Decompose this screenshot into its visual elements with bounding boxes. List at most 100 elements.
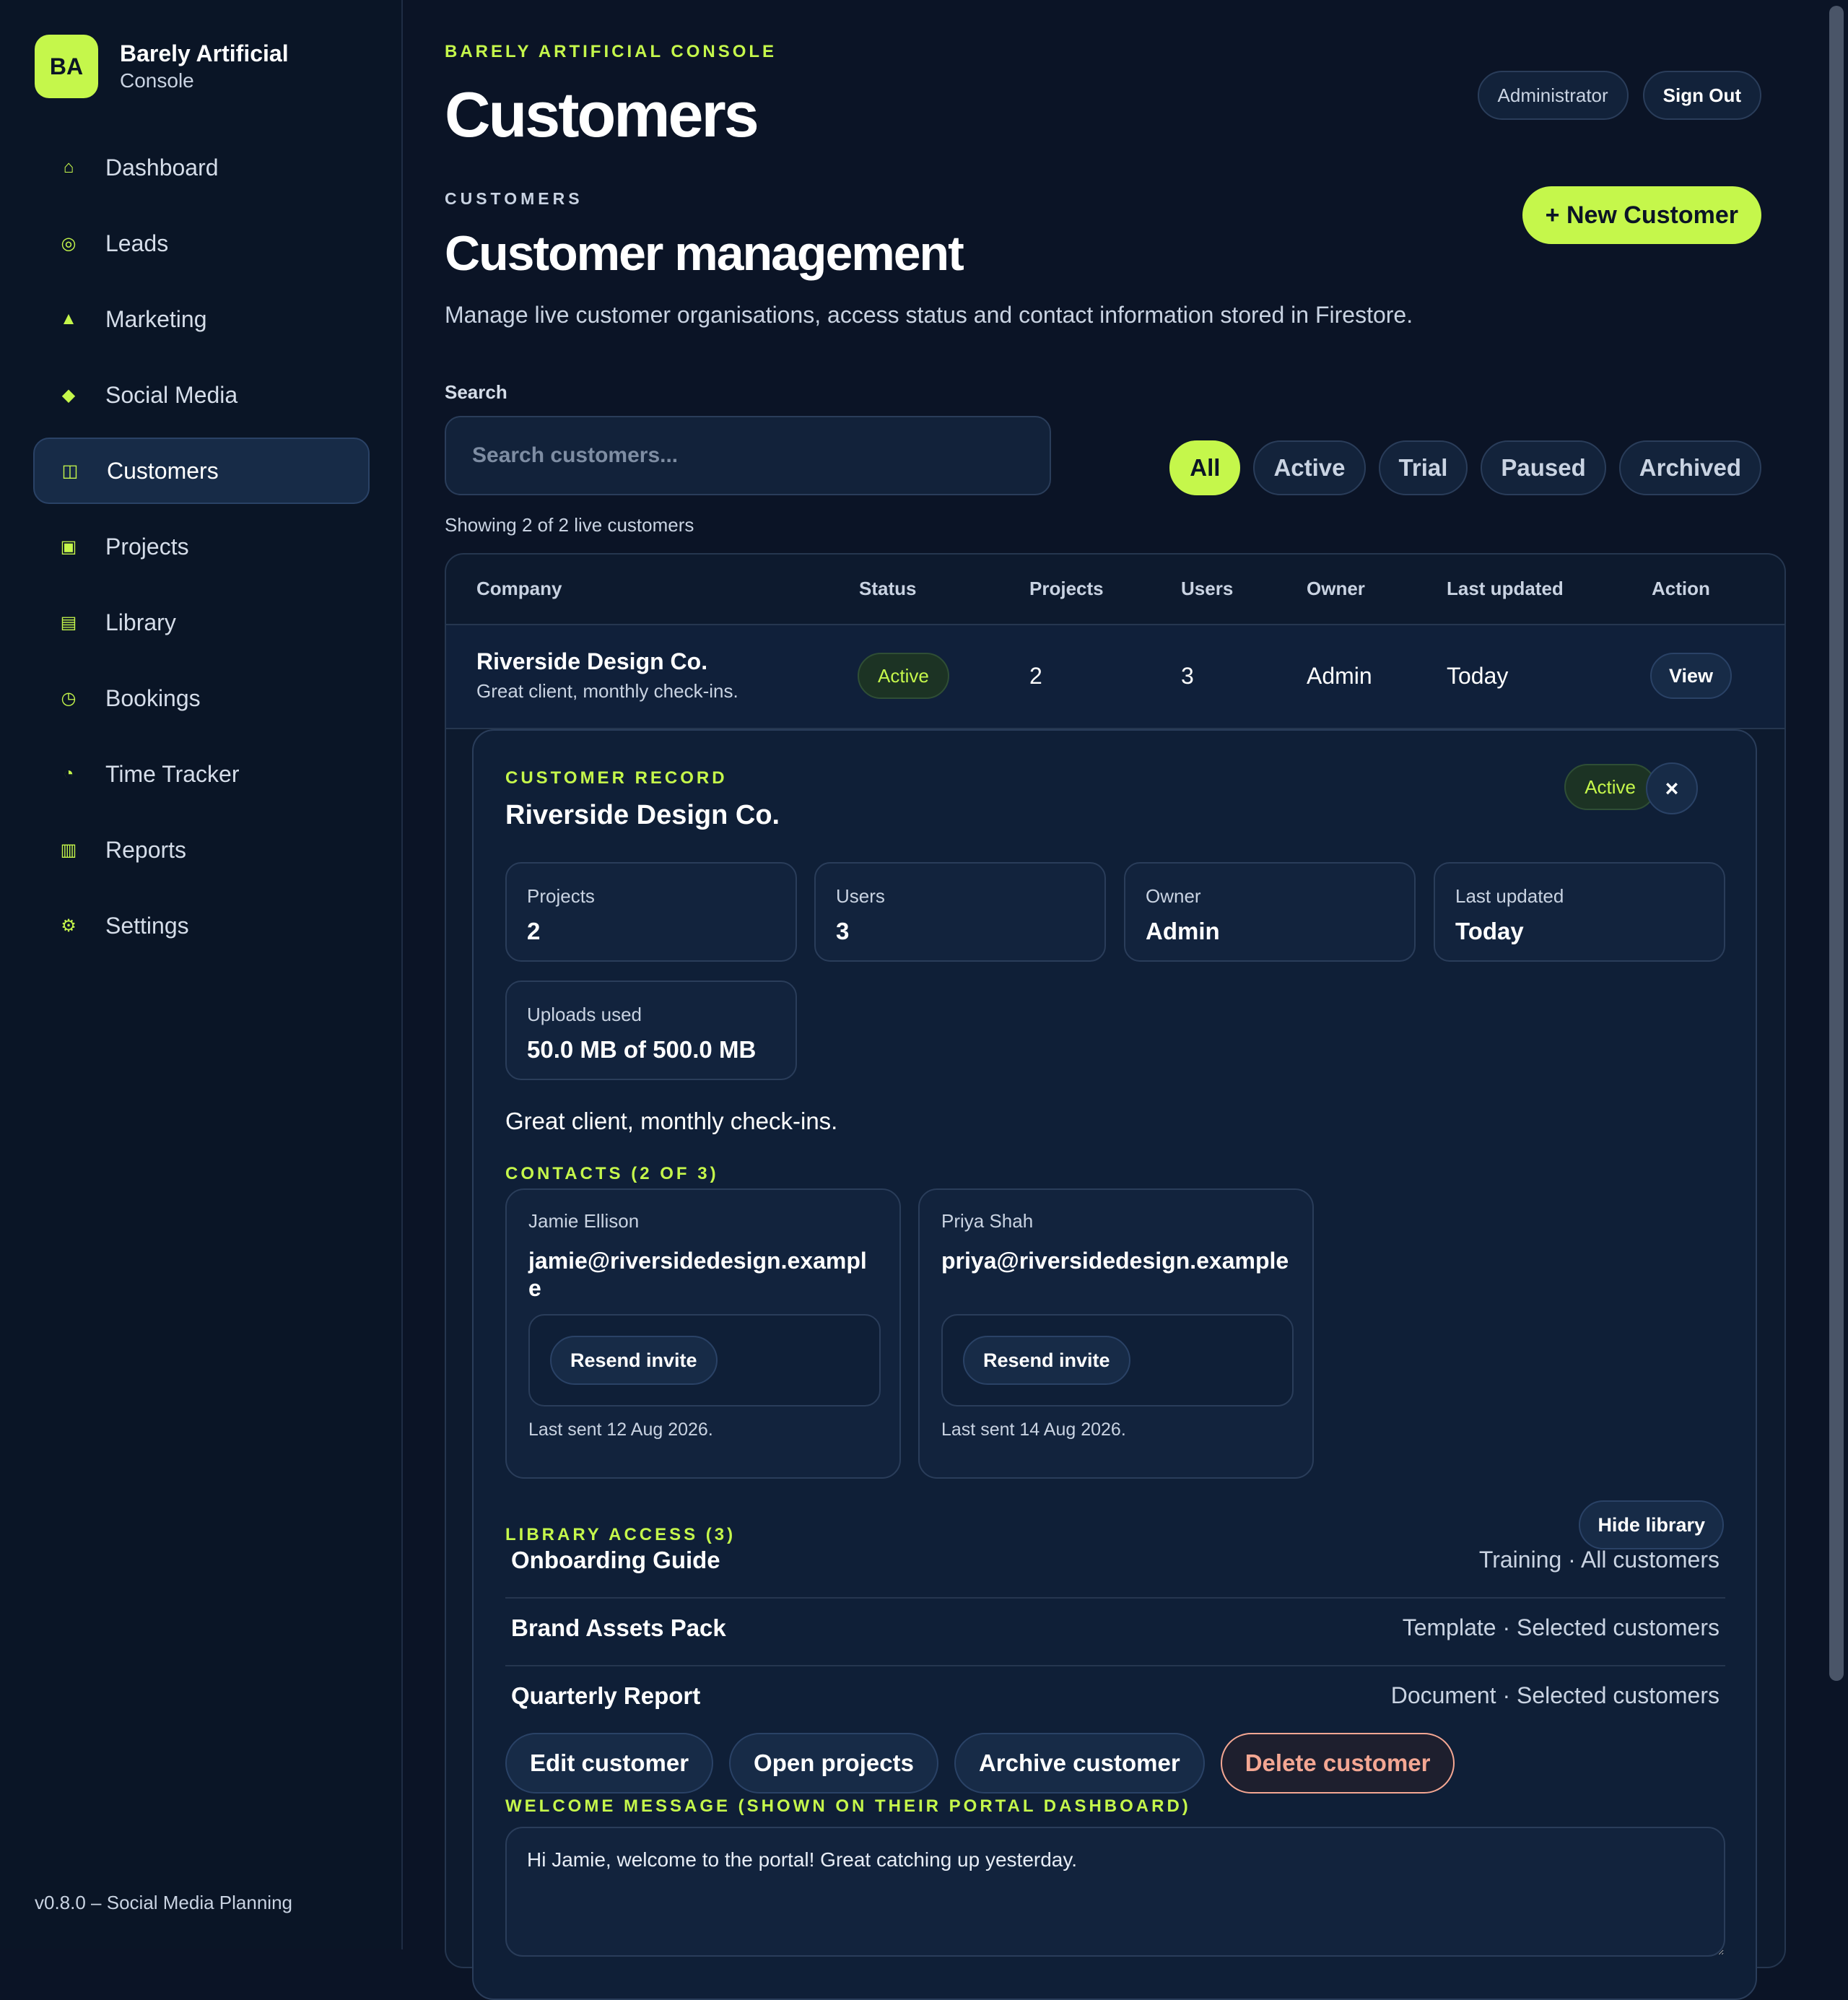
column-action: Action (1652, 578, 1710, 599)
stat-value: 50.0 MB of 500.0 MB (527, 1036, 757, 1063)
filter-all[interactable]: All (1169, 440, 1241, 495)
close-record-button[interactable]: × (1646, 762, 1698, 814)
customer-record-panel: CUSTOMER RECORD Riverside Design Co. Act… (472, 729, 1757, 2000)
filter-trial[interactable]: Trial (1378, 440, 1468, 495)
column-owner[interactable]: Owner (1307, 578, 1365, 600)
welcome-message-input[interactable]: Hi Jamie, welcome to the portal! Great c… (505, 1827, 1725, 1957)
contact-card: Priya Shah priya@riversidedesign.example… (918, 1188, 1314, 1479)
record-note: Great client, monthly check-ins. (505, 1108, 838, 1134)
clock-icon: ◷ (61, 688, 77, 708)
page-title: Customers (445, 79, 759, 150)
column-last-updated[interactable]: Last updated (1447, 578, 1564, 600)
record-title: Riverside Design Co. (505, 800, 780, 830)
stat-label: Owner (1146, 885, 1201, 907)
scrollbar-thumb[interactable] (1829, 6, 1844, 1681)
sidebar-item-marketing[interactable]: ▲ Marketing (33, 286, 370, 352)
stat-owner: Owner Admin (1124, 862, 1416, 962)
sign-out-button[interactable]: Sign Out (1642, 71, 1761, 120)
sidebar-item-dashboard[interactable]: ⌂ Dashboard (33, 134, 370, 201)
library-item[interactable]: Quarterly Report Document · Selected cus… (505, 1666, 1725, 1734)
brand-logo: BA (35, 35, 98, 98)
row-owner: Admin (1307, 663, 1372, 689)
last-sent-text: Last sent 14 Aug 2026. (941, 1419, 1126, 1440)
contact-email: priya@riversidedesign.example (941, 1248, 1289, 1274)
view-button[interactable]: View (1650, 653, 1732, 699)
filter-archived[interactable]: Archived (1618, 440, 1761, 495)
column-status[interactable]: Status (859, 578, 916, 600)
sidebar-item-label: Customers (107, 457, 219, 484)
sidebar-item-customers[interactable]: ◫ Customers (33, 438, 370, 504)
sidebar-item-label: Leads (105, 230, 169, 256)
sidebar-item-settings[interactable]: ⚙ Settings (33, 892, 370, 959)
page-scrollbar[interactable] (1825, 0, 1848, 1949)
version-label: v0.8.0 – Social Media Planning (35, 1892, 293, 1913)
column-projects[interactable]: Projects (1029, 578, 1104, 600)
home-icon: ⌂ (63, 157, 74, 177)
stat-label: Projects (527, 885, 595, 907)
projects-icon: ▣ (60, 536, 77, 557)
gear-icon: ⚙ (61, 916, 77, 936)
sidebar-item-library[interactable]: ▤ Library (33, 589, 370, 656)
console-label: BARELY ARTIFICIAL CONSOLE (445, 42, 777, 61)
table-header: Company Status Projects Users Owner Last… (446, 555, 1784, 625)
edit-customer-button[interactable]: Edit customer (505, 1733, 714, 1794)
sidebar-nav: ⌂ Dashboard ◎ Leads ▲ Marketing ◆ Social… (33, 134, 370, 968)
library-item-name: Brand Assets Pack (511, 1614, 726, 1641)
sidebar-item-label: Dashboard (105, 154, 219, 181)
library-item-meta: Document · Selected customers (1390, 1682, 1720, 1708)
header-actions: Administrator Sign Out (1477, 71, 1761, 120)
record-eyebrow: CUSTOMER RECORD (505, 768, 728, 788)
brand-name: Barely Artificial (120, 40, 289, 66)
sidebar-item-label: Bookings (105, 684, 201, 711)
stat-uploads-used: Uploads used 50.0 MB of 500.0 MB (505, 981, 797, 1080)
new-customer-button[interactable]: + New Customer (1522, 186, 1761, 244)
customers-table: Company Status Projects Users Owner Last… (445, 553, 1786, 2000)
library-item[interactable]: Onboarding Guide Training · All customer… (505, 1531, 1725, 1599)
sidebar-item-social-media[interactable]: ◆ Social Media (33, 362, 370, 428)
column-company[interactable]: Company (476, 578, 562, 600)
sidebar-item-reports[interactable]: ▥ Reports (33, 817, 370, 883)
resend-invite-button[interactable]: Resend invite (550, 1336, 718, 1385)
stat-value: 2 (527, 918, 541, 944)
customers-icon: ◫ (61, 461, 79, 481)
sidebar-item-projects[interactable]: ▣ Projects (33, 513, 370, 580)
stat-projects: Projects 2 (505, 862, 797, 962)
diamond-icon: ◆ (61, 385, 76, 405)
contacts-label: CONTACTS (2 OF 3) (505, 1164, 719, 1183)
role-button[interactable]: Administrator (1477, 71, 1629, 120)
sidebar-item-leads[interactable]: ◎ Leads (33, 210, 370, 277)
search-label: Search (445, 381, 507, 403)
filter-active[interactable]: Active (1253, 440, 1366, 495)
brand-text: Barely Artificial Console (120, 39, 289, 94)
sidebar-item-label: Social Media (105, 381, 238, 408)
record-status-badge: Active (1564, 764, 1656, 810)
contact-card: Jamie Ellison jamie@riversidedesign.exam… (505, 1188, 901, 1479)
status-filters: All Active Trial Paused Archived (1169, 440, 1761, 495)
column-users[interactable]: Users (1181, 578, 1233, 600)
last-sent-text: Last sent 12 Aug 2026. (528, 1419, 713, 1440)
table-row[interactable]: Riverside Design Co. Great client, month… (446, 625, 1784, 729)
open-projects-button[interactable]: Open projects (729, 1733, 938, 1794)
record-actions: Edit customer Open projects Archive cust… (505, 1733, 1455, 1794)
brand[interactable]: BA Barely Artificial Console (35, 35, 289, 98)
sidebar-item-time-tracker[interactable]: ◔ Time Tracker (33, 741, 370, 807)
results-count: Showing 2 of 2 live customers (445, 514, 694, 536)
contact-name: Priya Shah (941, 1210, 1034, 1232)
sidebar-item-label: Marketing (105, 305, 207, 332)
sidebar-item-label: Reports (105, 836, 187, 863)
library-item-name: Onboarding Guide (511, 1547, 720, 1573)
target-icon: ◎ (61, 233, 77, 253)
brand-sub: Console (120, 69, 194, 92)
timer-icon: ◔ (63, 764, 74, 783)
stat-users: Users 3 (814, 862, 1106, 962)
resend-invite-button[interactable]: Resend invite (963, 1336, 1130, 1385)
row-company-note: Great client, monthly check-ins. (476, 680, 738, 702)
row-projects: 2 (1029, 663, 1042, 689)
sidebar-item-label: Projects (105, 533, 189, 560)
archive-customer-button[interactable]: Archive customer (954, 1733, 1205, 1794)
sidebar-item-bookings[interactable]: ◷ Bookings (33, 665, 370, 731)
delete-customer-button[interactable]: Delete customer (1220, 1733, 1455, 1794)
search-input[interactable] (445, 416, 1051, 495)
filter-paused[interactable]: Paused (1481, 440, 1606, 495)
library-item[interactable]: Brand Assets Pack Template · Selected cu… (505, 1599, 1725, 1666)
